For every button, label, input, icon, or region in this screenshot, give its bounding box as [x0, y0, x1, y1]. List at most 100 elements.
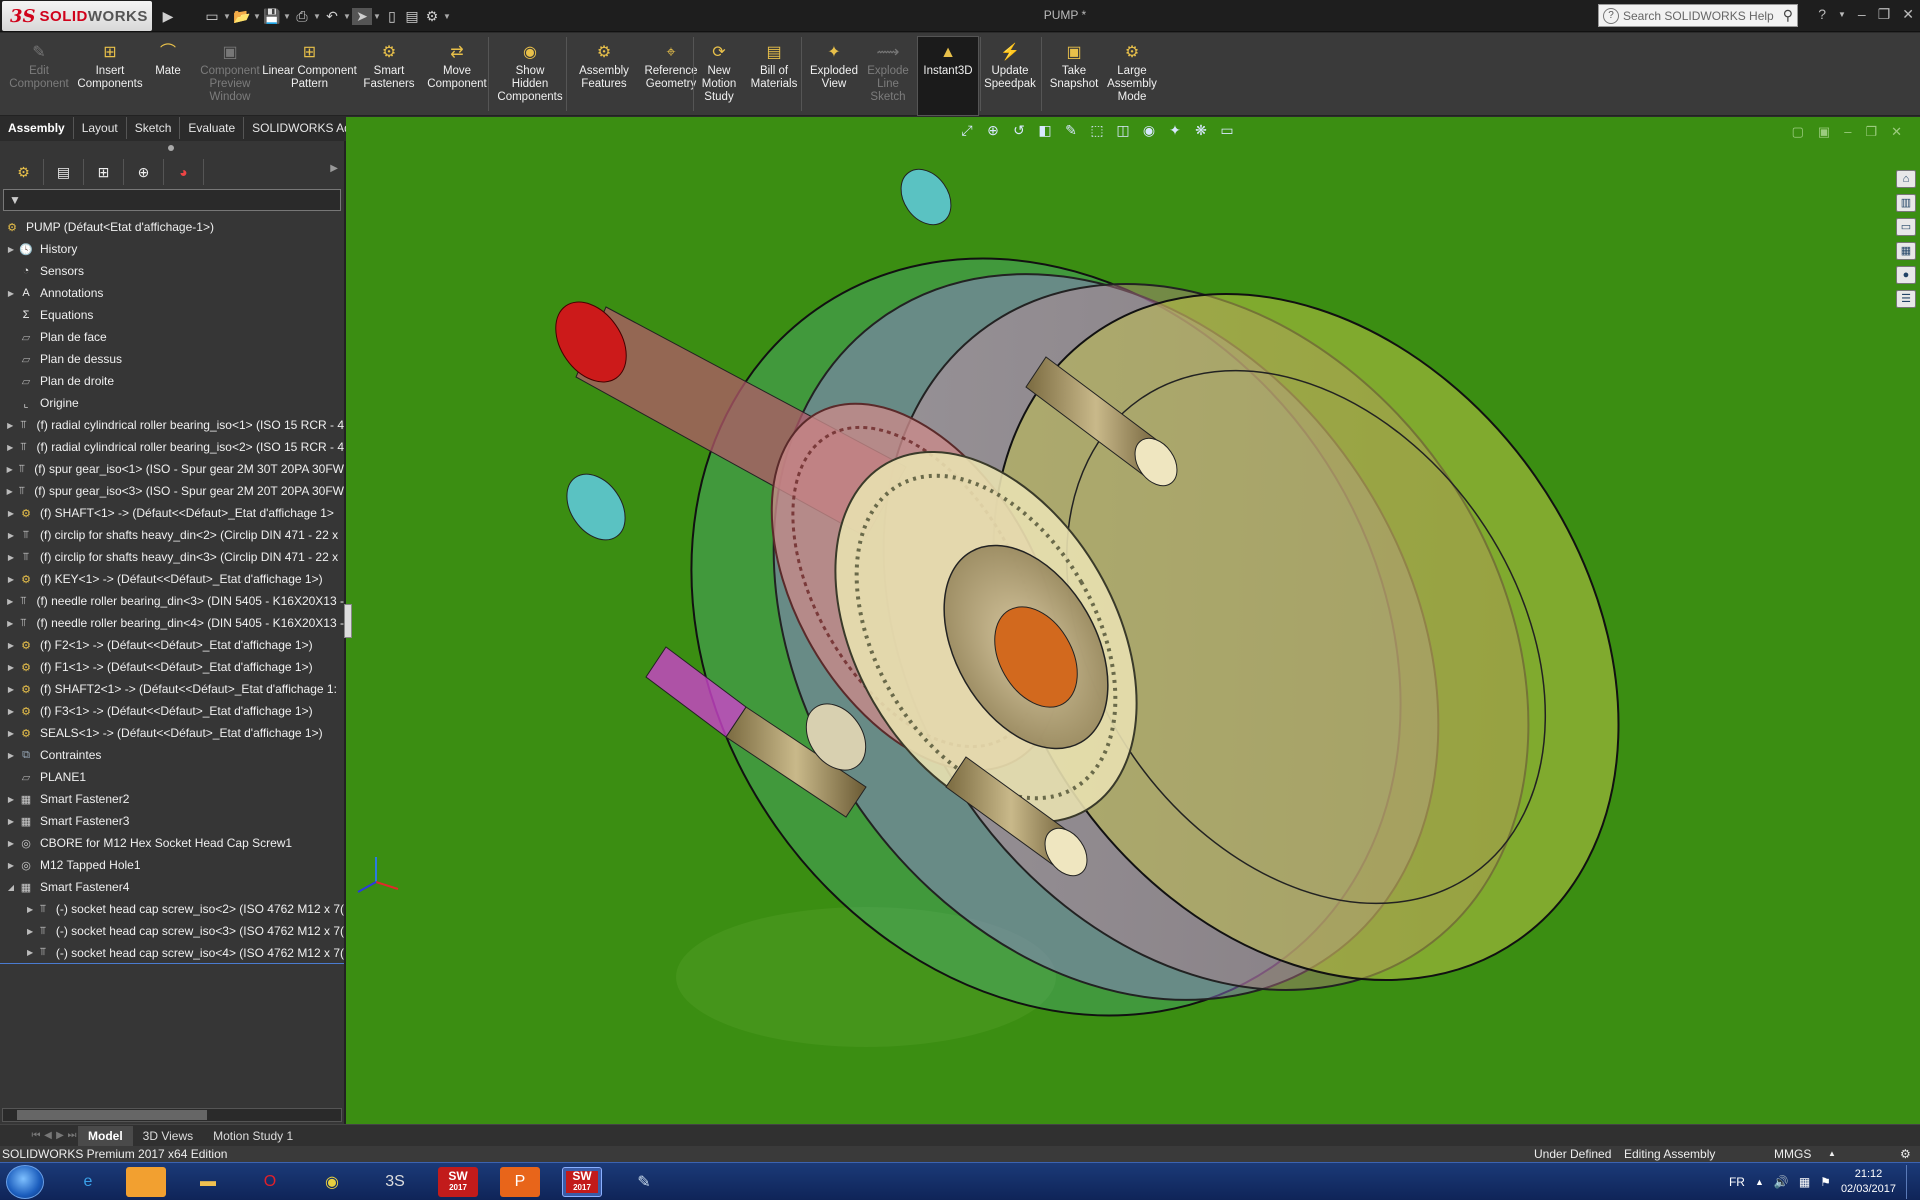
chevron-down-icon[interactable]: ▼: [222, 12, 232, 21]
tree-item[interactable]: ▶ ◎ M12 Tapped Hole1: [0, 854, 344, 876]
large-assembly-button[interactable]: ⚙ Large Assembly Mode: [1104, 41, 1160, 104]
zoom-to-area-icon[interactable]: ⊕: [984, 122, 1002, 144]
tree-item[interactable]: ▶ ⫪ (f) spur gear_iso<3> (ISO - Spur gear …: [0, 480, 344, 502]
search-icon[interactable]: ⚲: [1783, 7, 1793, 24]
start-button[interactable]: [6, 1165, 44, 1199]
rebuild-status-icon[interactable]: ⚙: [1900, 1147, 1911, 1161]
file-properties-icon[interactable]: ▤: [402, 8, 422, 25]
tree-item[interactable]: ▶ ⚙ (f) SHAFT<1> -> (Défaut<<Défaut>_Etat …: [0, 502, 344, 524]
expand-arrow-icon[interactable]: ▶: [24, 948, 36, 957]
tree-item[interactable]: ▶ ⚙ SEALS<1> -> (Défaut<<Défaut>_Etat d'af…: [0, 722, 344, 744]
apply-scene-icon[interactable]: ❋: [1192, 122, 1210, 144]
expand-arrow-icon[interactable]: ▶: [4, 729, 18, 738]
clock[interactable]: 21:12 02/03/2017: [1841, 1167, 1896, 1197]
section-view-icon[interactable]: ◧: [1036, 122, 1054, 144]
expand-arrow-icon[interactable]: ▶: [4, 443, 16, 452]
tree-item[interactable]: ▶ ⫪ (-) socket head cap screw_iso<2> (ISO …: [0, 898, 344, 920]
reference-geometry-button[interactable]: ⌖ Reference Geometry: [636, 41, 706, 91]
tree-item[interactable]: ▱ Plan de face: [0, 326, 344, 348]
tree-item[interactable]: ⌞ Origine: [0, 392, 344, 414]
solidworks-2017-icon[interactable]: SW 2017: [438, 1167, 478, 1197]
expand-arrow-icon[interactable]: ▶: [4, 465, 15, 474]
volume-icon[interactable]: 🔊: [1774, 1175, 1789, 1189]
chevron-down-icon[interactable]: ▼: [312, 12, 322, 21]
motion-study-button[interactable]: ⟳ New Motion Study: [698, 41, 740, 104]
expand-arrow-icon[interactable]: ▶: [4, 619, 16, 628]
tree-item[interactable]: Σ Equations: [0, 304, 344, 326]
tree-item[interactable]: ▶ A Annotations: [0, 282, 344, 304]
dowel-pin-top[interactable]: [891, 160, 961, 234]
instant3d-button[interactable]: ▲ Instant3D: [918, 41, 978, 78]
tree-item[interactable]: ▶ ⚙ (f) SHAFT2<1> -> (Défaut<<Défaut>_Etat…: [0, 678, 344, 700]
linear-pattern-button[interactable]: ⊞ Linear Component Pattern: [262, 41, 357, 91]
next-tab-icon[interactable]: ▶: [54, 1130, 66, 1141]
chevron-down-icon[interactable]: ▼: [282, 12, 292, 21]
undo-icon[interactable]: ↶: [322, 8, 342, 25]
tree-item[interactable]: ▶ ⫪ (f) radial cylindrical roller bearing_…: [0, 436, 344, 458]
action-center-icon[interactable]: ⚑: [1820, 1175, 1831, 1189]
expand-arrow-icon[interactable]: ▶: [4, 487, 15, 496]
prev-tab-icon[interactable]: ◀: [42, 1130, 54, 1141]
previous-view-icon[interactable]: ↺: [1010, 122, 1028, 144]
tree-item[interactable]: ▶ ⫪ (f) needle roller bearing_din<4> (DIN …: [0, 612, 344, 634]
tab-layout[interactable]: Layout: [74, 117, 127, 139]
tab-evaluate[interactable]: Evaluate: [180, 117, 245, 139]
tray-expand-icon[interactable]: ▲: [1755, 1177, 1764, 1187]
explode-line-sketch-button[interactable]: ⟿ Explode Line Sketch: [862, 41, 914, 104]
expand-arrow-icon[interactable]: ▶: [4, 421, 16, 430]
file-explorer-icon[interactable]: ▬: [188, 1167, 228, 1197]
design-library-icon[interactable]: ▥: [1896, 194, 1916, 212]
units-selector[interactable]: MMGS: [1774, 1147, 1811, 1161]
chevron-down-icon[interactable]: ▼: [1838, 6, 1846, 24]
tree-item[interactable]: ▶ ⫪ (f) circlip for shafts heavy_din<3> (C…: [0, 546, 344, 568]
tab-sketch[interactable]: Sketch: [127, 117, 181, 139]
view-settings-icon[interactable]: ▭: [1218, 122, 1236, 144]
minimize-icon[interactable]: –: [1844, 124, 1851, 140]
edit-appearance-icon[interactable]: ✦: [1166, 122, 1184, 144]
chevron-down-icon[interactable]: ▼: [252, 12, 262, 21]
tree-item[interactable]: ▶ ⫪ (f) spur gear_iso<1> (ISO - Spur gear …: [0, 458, 344, 480]
hide-show-items-icon[interactable]: ◉: [1140, 122, 1158, 144]
zoom-to-fit-icon[interactable]: ⤢: [958, 122, 976, 144]
property-manager-tab-icon[interactable]: ▤: [44, 159, 84, 185]
help-search-input[interactable]: ? Search SOLIDWORKS Help ⚲: [1598, 4, 1798, 27]
media-player-icon[interactable]: ▶: [126, 1167, 166, 1197]
first-tab-icon[interactable]: ⏮: [30, 1130, 42, 1141]
custom-properties-icon[interactable]: ☰: [1896, 290, 1916, 308]
mate-button[interactable]: ⌒ Mate: [150, 41, 186, 78]
tree-item[interactable]: ▶ ⧉ Contraintes: [0, 744, 344, 766]
move-component-button[interactable]: ⇄ Move Component: [422, 41, 492, 91]
tree-item[interactable]: ▶ ⫪ (f) radial cylindrical roller bearing_…: [0, 414, 344, 436]
restore-icon[interactable]: ❐: [1865, 124, 1877, 140]
solidworks-launcher-icon[interactable]: 3S: [375, 1167, 415, 1197]
solidworks-logo[interactable]: 3S SOLIDWORKS: [2, 1, 152, 31]
tree-item[interactable]: ▶ ▦ Smart Fastener3: [0, 810, 344, 832]
tree-item[interactable]: ▶ ⫪ (f) needle roller bearing_din<3> (DIN …: [0, 590, 344, 612]
expand-arrow-icon[interactable]: ▶: [4, 861, 18, 870]
tree-item[interactable]: ▶ ▦ Smart Fastener2: [0, 788, 344, 810]
tree-item[interactable]: ▶ ⚙ (f) KEY<1> -> (Défaut<<Défaut>_Etat d'…: [0, 568, 344, 590]
tree-item[interactable]: ▶ ⚙ (f) F1<1> -> (Défaut<<Défaut>_Etat d'a…: [0, 656, 344, 678]
panel-collapse-handle[interactable]: [344, 604, 352, 638]
tree-item[interactable]: ◔ Sensors: [0, 260, 344, 282]
tree-item[interactable]: ◢ ▦ Smart Fastener4: [0, 876, 344, 898]
network-icon[interactable]: ▦: [1799, 1175, 1810, 1189]
menu-expand-icon[interactable]: ▶: [158, 8, 178, 25]
tile-icon[interactable]: ▢: [1792, 124, 1804, 140]
display-style-icon[interactable]: ◫: [1114, 122, 1132, 144]
panel-splitter-handle[interactable]: [168, 145, 174, 151]
expand-arrow-icon[interactable]: ▶: [4, 575, 18, 584]
expand-arrow-icon[interactable]: ▶: [4, 685, 18, 694]
tree-item[interactable]: ▶ ◎ CBORE for M12 Hex Socket Head Cap Scre…: [0, 832, 344, 854]
expand-arrow-icon[interactable]: ▶: [4, 597, 16, 606]
open-icon[interactable]: 📂: [232, 8, 252, 25]
view-orientation-icon[interactable]: ⬚: [1088, 122, 1106, 144]
expand-arrow-icon[interactable]: ▶: [4, 751, 18, 760]
save-icon[interactable]: 💾: [262, 8, 282, 25]
tree-filter-input[interactable]: ▼: [3, 189, 341, 211]
expand-arrow-icon[interactable]: ▶: [24, 927, 36, 936]
tree-root[interactable]: ⚙ PUMP (Défaut<Etat d'affichage-1>): [0, 216, 344, 238]
dimxpert-tab-icon[interactable]: ⊕: [124, 159, 164, 185]
chevron-down-icon[interactable]: ▼: [372, 12, 382, 21]
scrollbar-thumb[interactable]: [17, 1110, 207, 1120]
